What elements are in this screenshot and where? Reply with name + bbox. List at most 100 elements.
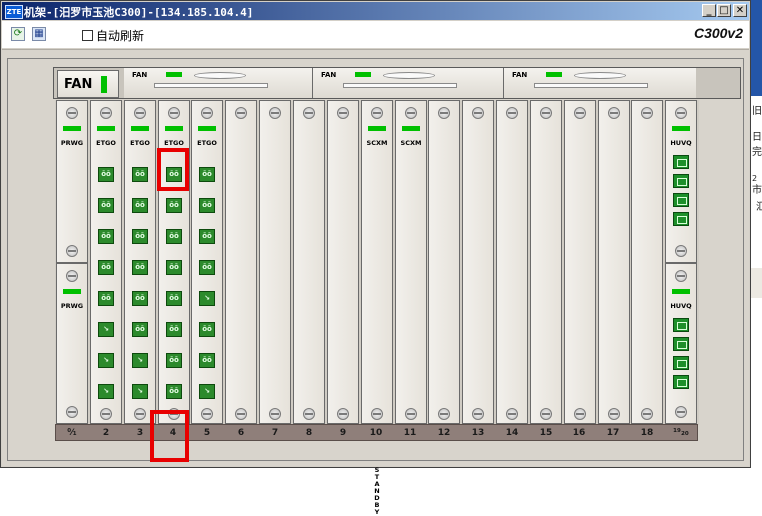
ethernet-port-icon[interactable]: ōō <box>166 322 182 337</box>
main-fan-unit[interactable]: FAN <box>57 70 119 98</box>
card-slot[interactable]: SCXM S T A N D B Y <box>361 100 393 516</box>
screw-icon <box>303 408 315 420</box>
screw-icon <box>405 408 417 420</box>
ethernet-port-icon[interactable]: ōō <box>132 167 148 182</box>
card-name: ETGO <box>164 139 184 147</box>
card-slot[interactable] <box>428 100 460 424</box>
ethernet-port-icon[interactable]: ↘ <box>98 353 114 368</box>
window-title: 机架-[汨罗市玉池C300]-[134.185.104.4] <box>24 6 254 19</box>
ethernet-port-icon[interactable]: ↘ <box>132 384 148 399</box>
ethernet-port-icon[interactable]: ōō <box>132 291 148 306</box>
ethernet-port-icon[interactable]: ōō <box>166 260 182 275</box>
fan-label: FAN <box>132 71 148 79</box>
title-bar[interactable]: ZTE 机架-[汨罗市玉池C300]-[134.185.104.4] _ □ ✕ <box>2 2 749 20</box>
screw-icon <box>235 408 247 420</box>
card-slot[interactable] <box>293 100 325 424</box>
ethernet-port-icon[interactable]: ōō <box>166 353 182 368</box>
background-window-gray-area <box>751 268 762 298</box>
card-slot[interactable] <box>564 100 596 424</box>
screw-icon <box>66 270 78 282</box>
card-slot[interactable] <box>225 100 257 424</box>
close-button[interactable]: ✕ <box>733 4 747 17</box>
card-slot[interactable]: ETGO ōō ōō ōō ōō ōō ↘ ↘ ↘ <box>90 100 122 424</box>
ethernet-port-icon[interactable]: ōō <box>199 353 215 368</box>
card-slot[interactable]: PRWG <box>56 100 88 263</box>
card-slot[interactable]: SCXM <box>395 100 427 424</box>
card-slot[interactable] <box>598 100 630 424</box>
screw-icon <box>472 408 484 420</box>
ethernet-port-icon[interactable]: ōō <box>166 291 182 306</box>
card-name: SCXM <box>366 139 388 147</box>
card-slot[interactable]: ETGO ōō ōō ōō ōō ↘ ōō ōō ↘ <box>191 100 223 424</box>
ethernet-port-icon[interactable]: ōō <box>199 260 215 275</box>
background-window-blue-area <box>751 0 762 96</box>
ethernet-port-icon[interactable]: ōō <box>166 384 182 399</box>
voice-port-icon[interactable] <box>673 337 689 351</box>
card-slot[interactable]: ETGO ōō ōō ōō ōō ōō ōō ↘ ↘ <box>124 100 156 424</box>
ethernet-port-icon[interactable]: ōō <box>98 229 114 244</box>
card-name: ETGO <box>197 139 217 147</box>
fan-unit[interactable]: FAN <box>313 68 504 98</box>
screw-icon <box>472 107 484 119</box>
ethernet-port-icon[interactable]: ōō <box>166 198 182 213</box>
ethernet-port-icon[interactable]: ōō <box>132 198 148 213</box>
checkbox-box[interactable] <box>82 30 93 41</box>
ethernet-port-icon[interactable]: ↘ <box>98 322 114 337</box>
card-slot[interactable] <box>462 100 494 424</box>
voice-port-icon[interactable] <box>673 375 689 389</box>
card-status-led <box>402 126 420 131</box>
main-fan-label: FAN <box>64 77 93 92</box>
ethernet-port-icon[interactable]: ōō <box>98 291 114 306</box>
ethernet-port-icon[interactable]: ↘ <box>199 384 215 399</box>
slot-number: 14 <box>505 428 519 438</box>
screw-icon <box>405 107 417 119</box>
fan-unit[interactable]: FAN <box>124 68 313 98</box>
background-text: 日完 <box>752 132 762 158</box>
ethernet-port-icon[interactable]: ōō <box>98 198 114 213</box>
ethernet-port-icon[interactable]: ↘ <box>199 291 215 306</box>
card-slot[interactable] <box>631 100 663 424</box>
voice-port-icon[interactable] <box>673 193 689 207</box>
slot-number: 15 <box>539 428 553 438</box>
card-name: HUVQ <box>670 139 692 147</box>
card-name: ETGO <box>130 139 150 147</box>
ethernet-port-icon[interactable]: ōō <box>98 167 114 182</box>
ethernet-port-icon[interactable]: ōō <box>132 322 148 337</box>
ethernet-port-icon[interactable]: ōō <box>199 198 215 213</box>
card-status-led <box>368 126 386 131</box>
grid-icon[interactable]: ▦ <box>32 27 46 41</box>
voice-port-icon[interactable] <box>673 212 689 226</box>
card-slot[interactable]: HUVQ <box>665 100 697 263</box>
ethernet-port-icon[interactable]: ōō <box>166 229 182 244</box>
ethernet-port-icon[interactable]: ōō <box>98 260 114 275</box>
ethernet-port-icon[interactable]: ōō <box>132 260 148 275</box>
ethernet-port-icon[interactable]: ↘ <box>132 353 148 368</box>
ethernet-port-icon[interactable]: ↘ <box>98 384 114 399</box>
fan-unit[interactable]: FAN <box>504 68 696 98</box>
screw-icon <box>506 107 518 119</box>
voice-port-icon[interactable] <box>673 155 689 169</box>
voice-port-icon[interactable] <box>673 174 689 188</box>
voice-port-icon[interactable] <box>673 356 689 370</box>
ethernet-port-icon[interactable]: ōō <box>132 229 148 244</box>
card-slot[interactable]: PRWG <box>56 263 88 424</box>
slot-number: 5 <box>203 428 211 438</box>
screw-icon <box>574 408 586 420</box>
card-name: HUVQ <box>670 302 692 310</box>
screw-icon <box>371 408 383 420</box>
slot-number: 10 <box>369 428 383 438</box>
card-slot[interactable] <box>530 100 562 424</box>
card-slot[interactable] <box>259 100 291 424</box>
card-slot[interactable] <box>327 100 359 424</box>
maximize-button[interactable]: □ <box>717 4 731 17</box>
screw-icon <box>371 107 383 119</box>
card-slot[interactable] <box>496 100 528 424</box>
auto-refresh-checkbox[interactable]: 自动刷新 <box>82 27 144 44</box>
refresh-icon[interactable]: ⟳ <box>11 27 25 41</box>
minimize-button[interactable]: _ <box>702 4 716 17</box>
card-slot[interactable]: HUVQ <box>665 263 697 424</box>
ethernet-port-icon[interactable]: ōō <box>199 229 215 244</box>
voice-port-icon[interactable] <box>673 318 689 332</box>
ethernet-port-icon[interactable]: ōō <box>199 322 215 337</box>
ethernet-port-icon[interactable]: ōō <box>199 167 215 182</box>
